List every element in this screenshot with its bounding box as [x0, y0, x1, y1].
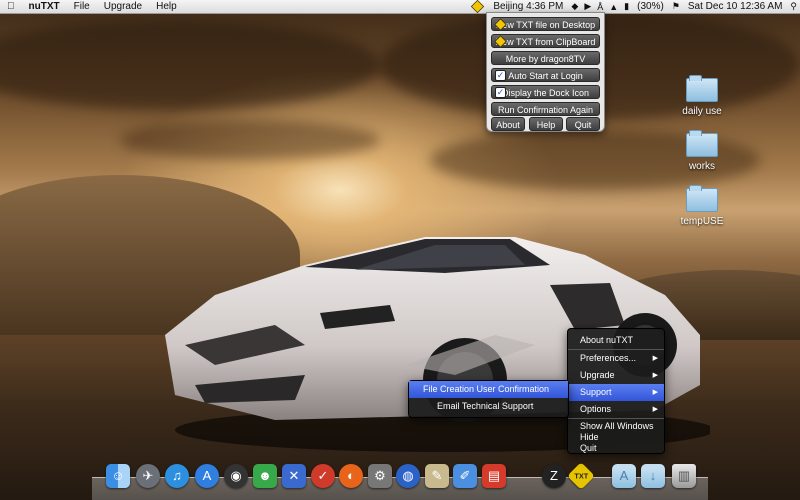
menu-bar:  nuTXT File Upgrade Help Beijing 4:36 P…: [0, 0, 800, 14]
appstore-icon[interactable]: A: [195, 464, 219, 488]
volume-icon[interactable]: ▶: [581, 1, 594, 12]
about-button[interactable]: About: [491, 117, 525, 131]
chevron-right-icon: ▶: [652, 372, 658, 379]
menu-item-preferences[interactable]: Preferences... ▶: [568, 350, 664, 367]
nutxt-status-icon[interactable]: [471, 0, 485, 14]
support-submenu: File Creation User Confirmation Email Te…: [408, 380, 569, 418]
xcode-icon[interactable]: ✕: [282, 464, 306, 488]
trash-icon[interactable]: ▥: [672, 464, 696, 488]
menu-help[interactable]: Help: [149, 0, 184, 13]
menu-item-options[interactable]: Options ▶: [568, 401, 664, 418]
display-dock-icon-checkbox[interactable]: ✓ Display the Dock Icon: [491, 85, 600, 99]
checkbox-checked-icon[interactable]: ✓: [495, 70, 506, 81]
menu-item-show-all-windows[interactable]: Show All Windows: [568, 421, 664, 432]
finder-icon[interactable]: ☺: [106, 464, 130, 488]
dock: ☺ ✈ ♫ A ◉ ☻ ✕ ✓ ◐ ⚙ ◍ ✎ ✐ ▤ Z TXT A ↓ ▥: [92, 456, 708, 500]
chevron-right-icon: ▶: [652, 406, 658, 413]
folder-icon: [686, 75, 718, 102]
apps-folder-icon[interactable]: A: [612, 464, 636, 488]
menubar-clock[interactable]: Sat Dec 10 12:36 AM: [683, 0, 788, 13]
flag-icon[interactable]: ⚑: [669, 1, 683, 12]
folder-icon: [686, 185, 718, 212]
help-button[interactable]: Help: [529, 117, 563, 131]
wifi-icon[interactable]: ◆: [568, 1, 581, 12]
quit-button[interactable]: Quit: [566, 117, 600, 131]
apple-icon[interactable]: : [0, 0, 22, 13]
menu-item-upgrade[interactable]: Upgrade ▶: [568, 367, 664, 384]
new-txt-clipboard-button[interactable]: New TXT from ClipBoard: [491, 34, 600, 48]
menu-item-support[interactable]: Support ▶: [568, 384, 664, 401]
dock-context-menu: About nuTXT Preferences... ▶ Upgrade ▶ Sup…: [567, 328, 665, 454]
new-txt-desktop-button[interactable]: New TXT file on Desktop: [491, 17, 600, 31]
textedit-icon[interactable]: ✐: [453, 464, 477, 488]
system-prefs-icon[interactable]: ⚙: [368, 464, 392, 488]
menu-item-about[interactable]: About nuTXT: [568, 332, 664, 349]
pdf-icon[interactable]: ▤: [482, 464, 506, 488]
messenger-icon[interactable]: ☻: [253, 464, 277, 488]
firefox-icon[interactable]: ◐: [339, 464, 363, 488]
run-confirmation-again-button[interactable]: Run Confirmation Again: [491, 102, 600, 116]
menu-item-quit[interactable]: Quit: [568, 443, 664, 454]
downloads-folder-icon[interactable]: ↓: [641, 464, 665, 488]
preview-icon[interactable]: ✎: [425, 464, 449, 488]
spotlight-icon[interactable]: ⚲: [787, 1, 800, 12]
menu-file[interactable]: File: [67, 0, 97, 13]
more-by-dragon8tv-button[interactable]: More by dragon8TV: [491, 51, 600, 65]
battery-icon[interactable]: ▮: [621, 1, 632, 12]
signal-icon[interactable]: ▲: [606, 2, 621, 12]
desktop-folder-tempuse[interactable]: tempUSE: [667, 185, 737, 227]
menu-item-file-creation-confirmation[interactable]: File Creation User Confirmation: [409, 381, 568, 398]
toolbox-icon[interactable]: ✓: [311, 464, 335, 488]
bluetooth-icon[interactable]: Å: [594, 2, 606, 12]
nutxt-status-panel: New TXT file on Desktop New TXT from Cli…: [486, 12, 605, 132]
rocket-icon[interactable]: ✈: [136, 464, 160, 488]
auto-start-login-checkbox[interactable]: ✓ Auto Start at Login: [491, 68, 600, 82]
battery-percent[interactable]: (30%): [632, 0, 669, 13]
folder-icon: [686, 130, 718, 157]
menu-upgrade[interactable]: Upgrade: [97, 0, 149, 13]
itunes-icon[interactable]: ♫: [165, 464, 189, 488]
desktop-folder-daily-use[interactable]: daily use: [667, 75, 737, 117]
chrome-icon[interactable]: ◍: [396, 464, 420, 488]
desktop-folder-works[interactable]: works: [667, 130, 737, 172]
checkbox-checked-icon[interactable]: ✓: [495, 87, 506, 98]
dashboard-icon[interactable]: ◉: [224, 464, 248, 488]
menu-item-hide[interactable]: Hide: [568, 432, 664, 443]
zip-icon[interactable]: Z: [542, 464, 566, 488]
menu-item-email-support[interactable]: Email Technical Support: [409, 398, 568, 415]
app-menu-nutxt[interactable]: nuTXT: [22, 0, 67, 13]
chevron-right-icon: ▶: [652, 389, 658, 396]
chevron-right-icon: ▶: [652, 355, 658, 362]
